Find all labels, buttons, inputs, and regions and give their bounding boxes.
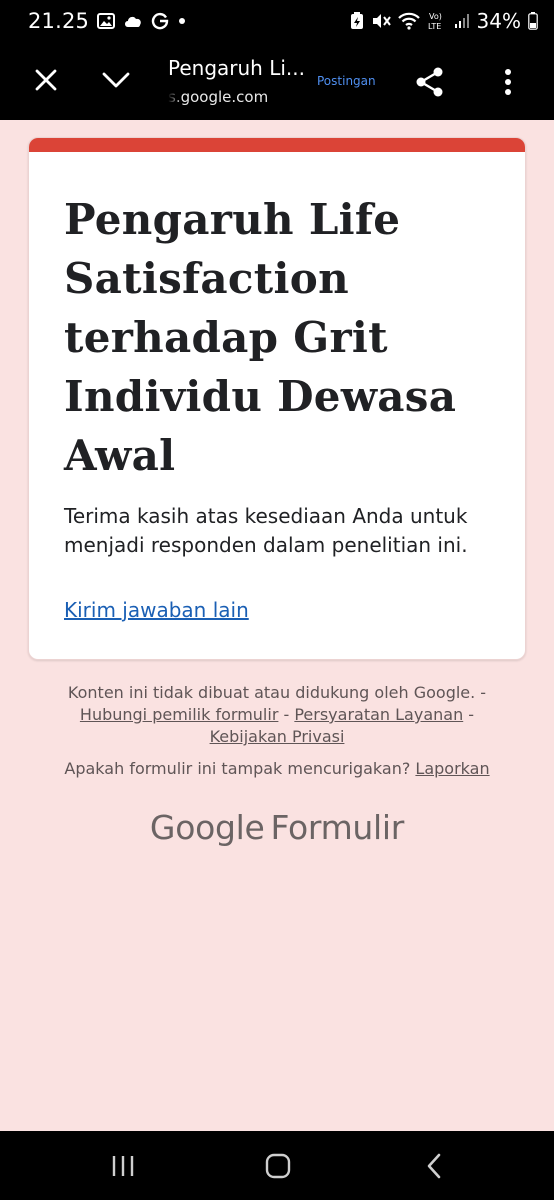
recents-icon [112,1156,134,1176]
report-question: Apakah formulir ini tampak mencurigakan? [64,759,411,778]
tab-title: Pengaruh Li... [168,56,305,80]
back-icon [427,1153,441,1179]
signal-icon [454,13,470,29]
card-accent-bar [29,138,525,152]
status-bar: 21.25 Vo) LTE 34% [0,0,554,42]
chevron-down-icon [102,72,130,88]
submit-another-response-link[interactable]: Kirim jawaban lain [64,598,249,622]
privacy-link[interactable]: Kebijakan Privasi [210,727,345,746]
report-link[interactable]: Laporkan [415,759,489,778]
mute-icon [371,12,391,30]
terms-link[interactable]: Persyaratan Layanan [294,705,463,724]
separator: - [475,683,487,702]
clock: 21.25 [28,9,90,33]
postingan-label[interactable]: Postingan [317,74,376,88]
google-forms-logo[interactable]: Google Formulir [0,808,554,847]
svg-text:LTE: LTE [428,22,441,31]
contact-owner-link[interactable]: Hubungi pemilik formulir [80,705,278,724]
brand-product: Formulir [270,808,405,847]
back-button[interactable] [414,1149,454,1183]
recents-button[interactable] [103,1149,143,1183]
close-tab-button[interactable] [28,62,64,98]
system-navigation-bar [0,1131,554,1200]
brand-google: Google [149,808,265,847]
disclaimer-text: Konten ini tidak dibuat atau didukung ol… [67,683,476,702]
form-title: Pengaruh Life Satisfaction terhadap Grit… [64,195,457,480]
url-text[interactable]: s.google.com [168,88,268,106]
separator: - [278,705,295,724]
close-icon [35,69,57,91]
battery-saver-icon [350,12,364,30]
share-button[interactable] [410,62,450,102]
custom-tab-toolbar: Pengaruh Li... s.google.com Postingan [0,42,554,120]
report-line: Apakah formulir ini tampak mencurigakan?… [20,759,534,778]
notification-dot-icon [177,16,187,26]
battery-percentage: 34% [476,9,521,33]
separator: - [463,705,475,724]
overflow-menu-button[interactable] [490,62,526,102]
home-button[interactable] [258,1149,298,1183]
wifi-icon [397,12,420,30]
cloud-icon [123,14,143,28]
minimize-button[interactable] [98,62,134,98]
footer-disclaimer: Konten ini tidak dibuat atau didukung ol… [40,682,514,748]
confirmation-message: Terima kasih atas kesediaan Anda untuk m… [64,504,468,557]
home-icon [265,1153,291,1179]
svg-text:Vo): Vo) [429,12,442,21]
form-confirmation-card: Pengaruh Life Satisfaction terhadap Grit… [28,137,526,660]
google-g-icon [151,12,169,30]
battery-icon [528,12,538,30]
gallery-icon [97,13,116,29]
share-icon [416,67,443,97]
lte-icon: Vo) LTE [427,11,447,31]
more-vert-icon [505,69,511,95]
